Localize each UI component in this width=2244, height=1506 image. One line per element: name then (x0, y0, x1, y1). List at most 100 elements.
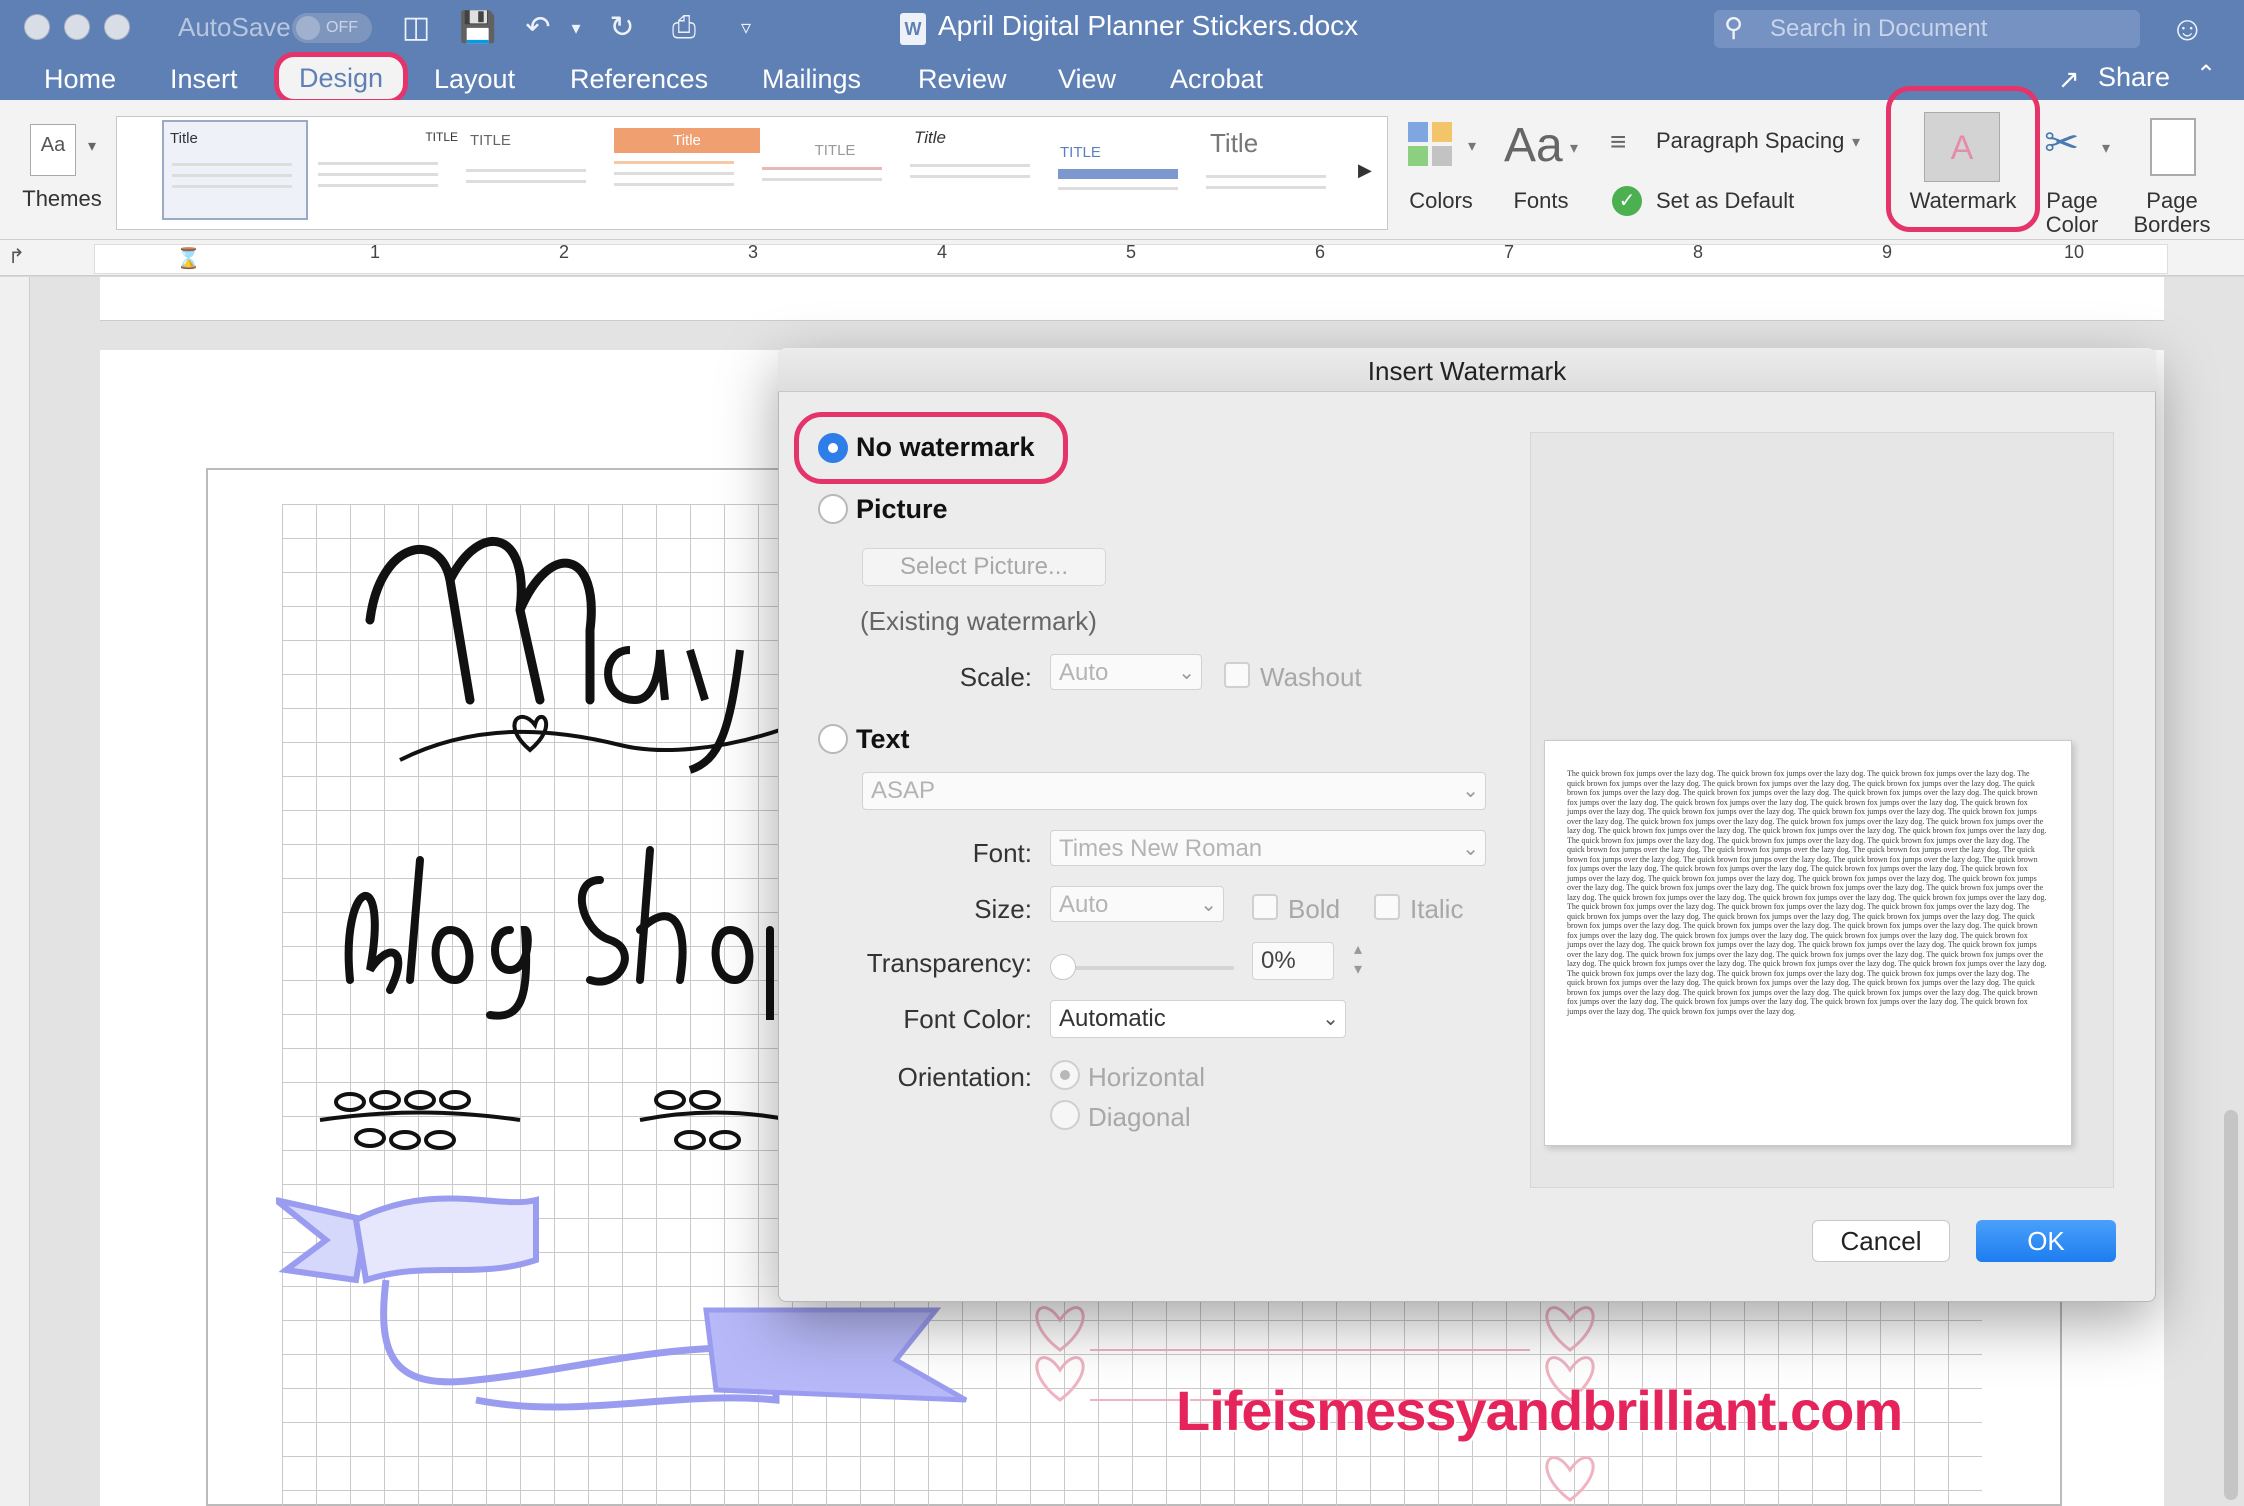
collapse-ribbon-icon[interactable]: ⌃ (2196, 60, 2216, 89)
transparency-slider-knob[interactable] (1050, 954, 1076, 980)
zoom-window-button[interactable] (104, 14, 130, 40)
tab-mailings[interactable]: Mailings (762, 62, 861, 96)
diagonal-radio[interactable] (1050, 1100, 1080, 1130)
watermark-label[interactable]: Watermark (1898, 188, 2028, 214)
colors-dropdown-icon[interactable]: ▾ (1468, 136, 1476, 156)
size-select[interactable]: Auto ⌄ (1050, 886, 1224, 922)
ruler-number: 8 (1693, 242, 1704, 262)
text-label[interactable]: Text (856, 724, 910, 755)
italic-label: Italic (1410, 894, 1464, 924)
tab-design[interactable]: Design (274, 52, 408, 104)
share-button[interactable]: Share (2098, 62, 2170, 93)
laurel-stickers-image (319, 1090, 791, 1150)
cancel-button[interactable]: Cancel (1812, 1220, 1950, 1262)
fonts-icon[interactable]: Aa (1504, 118, 1563, 173)
horizontal-label: Horizontal (1088, 1062, 1206, 1092)
ruler-number: 1 (370, 242, 381, 262)
tab-insert[interactable]: Insert (170, 62, 238, 96)
scale-select[interactable]: Auto ⌄ (1050, 654, 1202, 690)
ruler-number: 9 (1882, 242, 1893, 262)
style-set-item[interactable]: TITLE (466, 120, 612, 220)
style-set-item[interactable]: Title (910, 120, 1056, 220)
blog-shop-lettering-image (344, 846, 774, 1020)
gallery-more-arrow-icon[interactable]: ▶ (1358, 160, 1372, 181)
indent-marker-icon[interactable]: ⌛ (176, 246, 201, 271)
page-borders-icon[interactable] (2150, 118, 2196, 176)
ok-button[interactable]: OK (1976, 1220, 2116, 1262)
site-watermark-text: Lifeismessyandbrilliant.com (1176, 1379, 1903, 1442)
set-as-default-button[interactable]: Set as Default (1656, 188, 1794, 214)
undo-dropdown-icon[interactable]: ▾ (556, 10, 596, 46)
watermark-text-combo[interactable]: ASAP ⌄ (862, 772, 1486, 810)
page-color-label-line1: Page (2046, 188, 2098, 213)
font-color-label: Font Color: (903, 1004, 1032, 1034)
style-set-item[interactable]: TITLE (318, 120, 464, 220)
feedback-smiley-icon[interactable]: ☺ (2170, 10, 2205, 49)
print-icon[interactable]: ⎙ (664, 10, 704, 46)
stepper-icon[interactable]: ▴ ▾ (1354, 940, 1362, 980)
vertical-ruler (0, 277, 30, 1506)
transparency-input[interactable]: 0% (1252, 942, 1334, 980)
chevron-down-icon: ⌄ (1322, 1008, 1339, 1030)
preview-text: The quick brown fox jumps over the lazy … (1567, 769, 2047, 1016)
transparency-slider-track[interactable] (1050, 966, 1234, 970)
chevron-down-icon: ⌄ (1462, 780, 1479, 802)
style-set-item[interactable]: Title (614, 120, 760, 220)
tab-review[interactable]: Review (918, 62, 1007, 96)
no-watermark-label[interactable]: No watermark (856, 432, 1035, 463)
font-color-select[interactable]: Automatic ⌄ (1050, 1000, 1346, 1038)
themes-icon[interactable]: Aa (30, 124, 76, 176)
close-window-button[interactable] (24, 14, 50, 40)
washout-checkbox[interactable] (1224, 662, 1250, 688)
save-icon[interactable]: 💾 (458, 10, 498, 46)
paragraph-spacing-dropdown-icon[interactable]: ▾ (1852, 132, 1860, 152)
select-picture-button[interactable]: Select Picture... (862, 548, 1106, 586)
tab-references[interactable]: References (570, 62, 708, 96)
scale-label: Scale: (959, 662, 1032, 692)
existing-watermark-text: (Existing watermark) (860, 606, 1097, 636)
tab-stop-icon[interactable]: ↱ (8, 244, 25, 269)
page-color-icon[interactable]: ✂ (2044, 118, 2090, 174)
tab-home[interactable]: Home (44, 62, 116, 96)
minimize-window-button[interactable] (64, 14, 90, 40)
share-icon: ↗ (2058, 64, 2080, 94)
no-watermark-radio[interactable] (818, 433, 848, 463)
colors-icon[interactable] (1408, 122, 1456, 170)
redo-icon[interactable]: ↻ (602, 10, 642, 46)
orientation-label: Orientation: (897, 1062, 1032, 1092)
tab-acrobat[interactable]: Acrobat (1170, 62, 1263, 96)
tab-view[interactable]: View (1058, 62, 1116, 96)
chevron-down-icon: ⌄ (1200, 894, 1217, 916)
horizontal-radio[interactable] (1050, 1060, 1080, 1090)
style-set-item[interactable]: TITLE (762, 120, 908, 220)
may-lettering-image (365, 537, 780, 774)
style-set-item[interactable]: TITLE (1058, 120, 1204, 220)
themes-dropdown-icon[interactable]: ▾ (88, 136, 96, 156)
fonts-dropdown-icon[interactable]: ▾ (1570, 138, 1578, 158)
customize-toolbar-icon[interactable]: ▿ (726, 10, 766, 46)
style-set-item[interactable]: Title (162, 120, 308, 220)
ruler-number: 5 (1126, 242, 1137, 262)
undo-icon[interactable]: ↶ (518, 10, 558, 46)
autosave-toggle[interactable]: OFF (292, 13, 372, 43)
picture-radio[interactable] (818, 494, 848, 524)
italic-checkbox[interactable] (1374, 894, 1400, 920)
font-select[interactable]: Times New Roman ⌄ (1050, 830, 1486, 866)
page-color-dropdown-icon[interactable]: ▾ (2102, 138, 2110, 158)
watermark-icon[interactable]: A (1924, 112, 2000, 182)
vertical-scrollbar[interactable] (2224, 1110, 2238, 1500)
text-radio[interactable] (818, 724, 848, 754)
search-icon: ⚲ (1724, 12, 1744, 42)
sidebar-toggle-icon[interactable]: ◫ (396, 10, 436, 46)
bold-checkbox[interactable] (1252, 894, 1278, 920)
paragraph-spacing-button[interactable]: Paragraph Spacing (1656, 128, 1844, 154)
tab-layout[interactable]: Layout (434, 62, 515, 96)
ruler-number: 7 (1504, 242, 1515, 262)
previous-page-bottom (100, 277, 2164, 321)
paragraph-spacing-icon: ≡ (1610, 126, 1627, 157)
style-set-item[interactable]: Title (1206, 120, 1352, 220)
picture-label[interactable]: Picture (856, 494, 948, 525)
search-input[interactable]: Search in Document (1714, 10, 2140, 48)
ruler-number: 6 (1315, 242, 1326, 262)
washout-label: Washout (1260, 662, 1362, 692)
